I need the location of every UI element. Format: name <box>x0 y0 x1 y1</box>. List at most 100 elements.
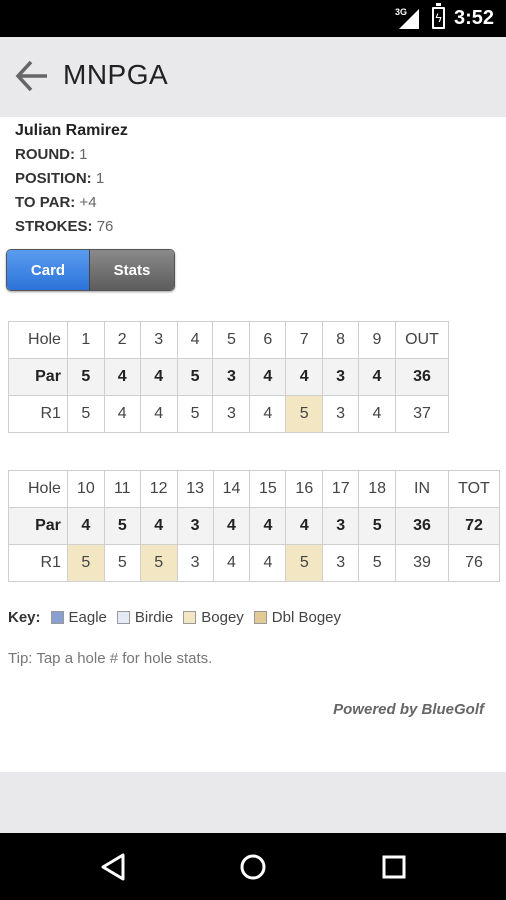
par-cell: 5 <box>176 358 214 396</box>
par-cell: 3 <box>212 358 251 396</box>
score-cell: 3 <box>176 544 214 582</box>
key-item: Eagle <box>50 609 107 626</box>
hole-cell[interactable]: 18 <box>358 470 397 508</box>
hole-cell[interactable]: 10 <box>66 470 105 508</box>
score-cell: 76 <box>447 544 501 582</box>
par-row: Par 5 4 4 5 3 4 4 3 4 36 <box>8 358 450 396</box>
par-label: Par <box>8 358 68 396</box>
navigation-bar <box>0 833 506 900</box>
score-label: R1 <box>8 395 68 433</box>
score-cell: 5 <box>358 544 397 582</box>
back-nav-icon[interactable] <box>97 850 131 884</box>
score-key: Key: Eagle Birdie Bogey Dbl Bogey <box>8 609 351 626</box>
key-item-label: Dbl Bogey <box>271 609 342 626</box>
par-cell: 4 <box>358 358 396 396</box>
par-label: Par <box>8 507 68 545</box>
hole-cell[interactable]: 5 <box>212 321 251 359</box>
par-cell: 4 <box>66 507 105 545</box>
hole-cell[interactable]: 16 <box>285 470 324 508</box>
key-item-label: Birdie <box>134 609 174 626</box>
app-bar: MNPGA <box>0 37 506 117</box>
score-cell: 5 <box>139 544 178 582</box>
score-cell: 37 <box>394 395 450 433</box>
position-row: POSITION: 1 <box>15 170 105 187</box>
hole-cell[interactable]: 6 <box>249 321 287 359</box>
key-swatch <box>253 611 267 624</box>
par-cell: 5 <box>103 507 141 545</box>
hole-label: Hole <box>8 321 68 359</box>
round-1-row: R1 5 5 5 3 4 4 5 3 5 39 76 <box>8 544 501 582</box>
key-label: Key: <box>8 609 41 626</box>
hole-cell[interactable]: 3 <box>139 321 178 359</box>
key-item-label: Bogey <box>201 609 244 626</box>
tab-card[interactable]: Card <box>7 250 90 290</box>
score-cell: 4 <box>249 395 287 433</box>
par-cell: 4 <box>212 507 251 545</box>
hole-cell[interactable]: 4 <box>176 321 214 359</box>
key-swatch <box>50 611 64 624</box>
round-row: ROUND: 1 <box>15 146 88 163</box>
par-cell: 3 <box>322 358 360 396</box>
view-toggle: Card Stats <box>6 249 175 291</box>
par-cell: 4 <box>249 507 287 545</box>
key-item: Bogey <box>183 609 244 626</box>
hole-cell[interactable]: 12 <box>139 470 178 508</box>
status-bar: 3G ϟ 3:52 <box>0 0 506 37</box>
par-cell: 4 <box>139 507 178 545</box>
footer-band <box>0 772 506 833</box>
hole-cell[interactable]: 8 <box>322 321 360 359</box>
hole-cell[interactable]: OUT <box>394 321 450 359</box>
score-cell: 4 <box>249 544 287 582</box>
hole-cell[interactable]: 15 <box>249 470 287 508</box>
home-nav-icon[interactable] <box>236 850 270 884</box>
score-cell: 3 <box>322 395 360 433</box>
par-cell: 72 <box>447 507 501 545</box>
score-cell: 4 <box>212 544 251 582</box>
back-nine-scorecard: Hole 10 11 12 13 14 15 16 17 18 IN TOT Par 4 5 4 3 4 4 4 3 5… <box>8 470 501 582</box>
hole-cell[interactable]: IN <box>395 470 449 508</box>
par-cell: 4 <box>249 358 287 396</box>
par-cell: 4 <box>285 358 324 396</box>
hole-cell[interactable]: 2 <box>103 321 141 359</box>
topar-row: TO PAR: +4 <box>15 194 97 211</box>
tab-stats[interactable]: Stats <box>89 250 174 290</box>
front-nine-scorecard: Hole 1 2 3 4 5 6 7 8 9 OUT Par 5 4 4 5 3 4 4 3 4 36 R1 5 4 4 5 3 4… <box>8 321 450 433</box>
hole-cell[interactable]: 17 <box>322 470 360 508</box>
hole-cell[interactable]: 7 <box>285 321 324 359</box>
score-cell: 5 <box>103 544 141 582</box>
clock: 3:52 <box>453 7 494 29</box>
battery-icon: ϟ <box>432 3 445 29</box>
hole-row: Hole 1 2 3 4 5 6 7 8 9 OUT <box>8 321 450 359</box>
hole-cell[interactable]: 13 <box>176 470 214 508</box>
hole-cell[interactable]: 9 <box>358 321 396 359</box>
hole-label: Hole <box>8 470 68 508</box>
hole-cell[interactable]: TOT <box>447 470 501 508</box>
score-cell: 5 <box>66 395 105 433</box>
par-cell: 4 <box>285 507 324 545</box>
strokes-row: STROKES: 76 <box>15 218 114 235</box>
key-swatch <box>183 611 197 624</box>
app-title: MNPGA <box>63 59 169 90</box>
key-item-label: Eagle <box>68 609 107 626</box>
score-cell: 3 <box>212 395 251 433</box>
recents-nav-icon[interactable] <box>377 850 411 884</box>
score-cell: 4 <box>139 395 178 433</box>
score-cell: 3 <box>322 544 360 582</box>
key-swatch <box>116 611 130 624</box>
hole-row: Hole 10 11 12 13 14 15 16 17 18 IN TOT <box>8 470 501 508</box>
score-cell: 5 <box>285 395 324 433</box>
player-info: Julian Ramirez ROUND: 1 POSITION: 1 TO P… <box>15 119 128 239</box>
score-label: R1 <box>8 544 68 582</box>
score-cell: 5 <box>176 395 214 433</box>
hole-cell[interactable]: 1 <box>66 321 105 359</box>
back-arrow-icon[interactable] <box>14 58 50 94</box>
hole-cell[interactable]: 11 <box>103 470 141 508</box>
hole-cell[interactable]: 14 <box>212 470 251 508</box>
par-cell: 4 <box>139 358 178 396</box>
score-cell: 39 <box>395 544 449 582</box>
score-cell: 5 <box>285 544 324 582</box>
tip-text: Tip: Tap a hole # for hole stats. <box>8 650 213 667</box>
par-cell: 3 <box>176 507 214 545</box>
par-row: Par 4 5 4 3 4 4 4 3 5 36 72 <box>8 507 501 545</box>
score-cell: 4 <box>358 395 396 433</box>
